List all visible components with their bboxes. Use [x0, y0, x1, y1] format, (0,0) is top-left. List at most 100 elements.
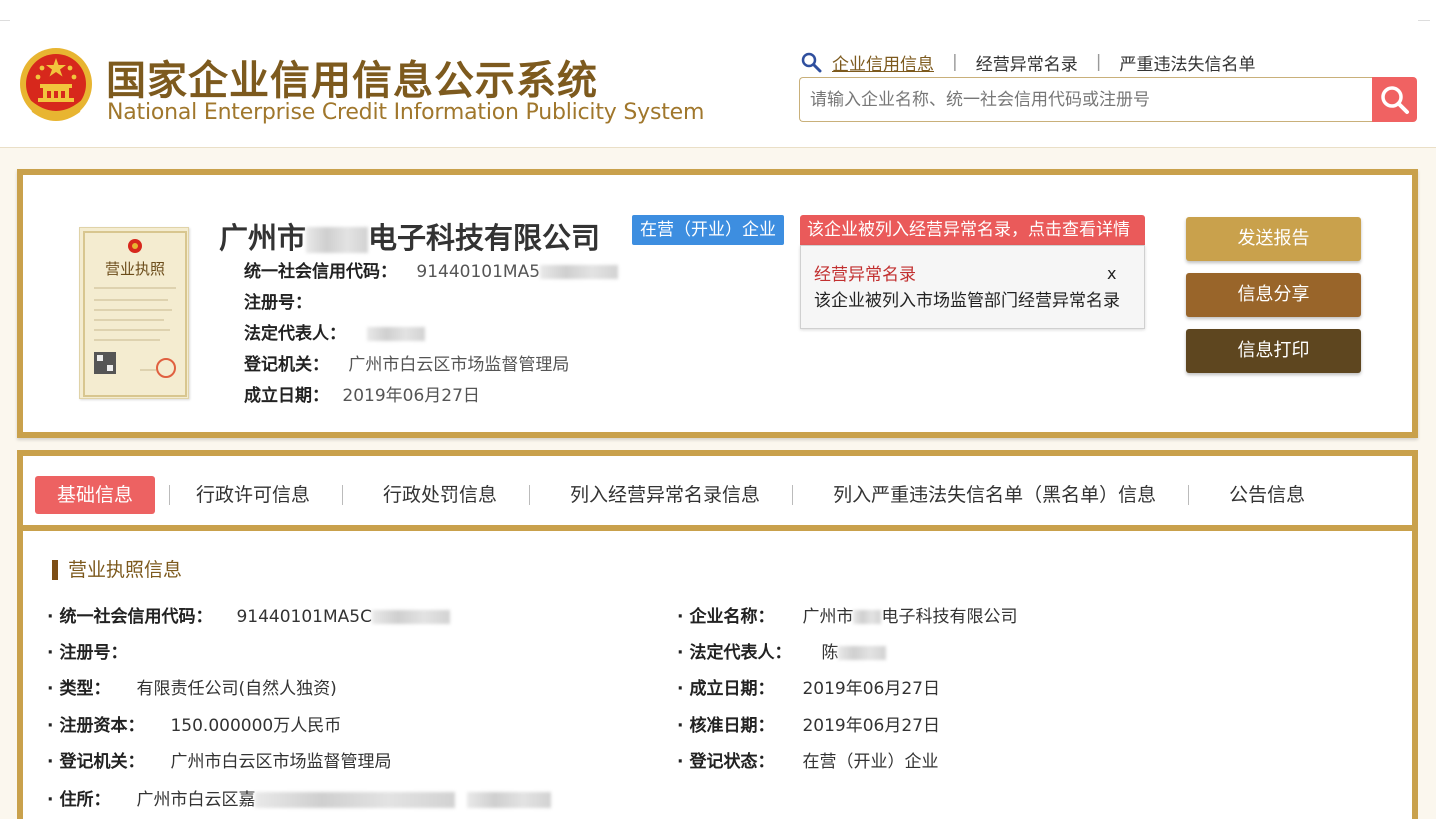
abnormal-list-popup: 经营异常名录 x 该企业被列入市场监管部门经营异常名录	[800, 245, 1145, 329]
detail-capital: · 注册资本： 150.000000万人民币	[47, 711, 341, 741]
reg-authority-value: 广州市白云区市场监督管理局	[348, 355, 570, 375]
established-value: 2019年06月27日	[342, 386, 480, 406]
redacted-text	[306, 227, 369, 253]
detail-value: 有限责任公司(自然人独资)	[136, 679, 337, 699]
reg-authority-label: 登记机关：	[244, 355, 329, 375]
redacted-text	[540, 265, 619, 279]
site-title: 国家企业信用信息公示系统	[106, 58, 598, 104]
detail-value: 2019年06月27日	[802, 679, 940, 699]
tab-admin-penalty[interactable]: 行政处罚信息	[383, 476, 497, 514]
nav-credit-info[interactable]: 企业信用信息	[832, 50, 934, 75]
business-license-thumbnail[interactable]: 营业执照	[79, 227, 189, 399]
reg-no-label: 注册号：	[244, 293, 312, 313]
redacted-text	[367, 327, 426, 341]
detail-value: 陈	[821, 643, 839, 663]
tab-blacklist[interactable]: 列入严重违法失信名单（黑名单）信息	[833, 476, 1156, 514]
search-type-nav: 企业信用信息 | 经营异常名录 | 严重违法失信名单	[800, 50, 1255, 75]
popup-title: 经营异常名录	[814, 265, 916, 285]
search-button[interactable]	[1372, 77, 1417, 122]
detail-label: 登记状态：	[689, 752, 775, 772]
tab-basic-info[interactable]: 基础信息	[35, 476, 156, 514]
license-title: 营业执照	[105, 260, 165, 278]
abnormal-list-banner[interactable]: 该企业被列入经营异常名录，点击查看详情	[800, 215, 1145, 245]
detail-label: 注册号：	[59, 643, 128, 663]
detail-type: · 类型： 有限责任公司(自然人独资)	[47, 674, 337, 704]
company-name-suffix: 电子科技有限公司	[368, 221, 601, 255]
bullet: ·	[47, 607, 54, 627]
popup-text: 该企业被列入市场监管部门经营异常名录	[814, 291, 1120, 311]
operating-status-badge: 在营（开业）企业	[632, 215, 784, 245]
bullet: ·	[677, 679, 684, 699]
tab-separator	[342, 485, 344, 505]
bullet: ·	[677, 752, 684, 772]
detail-value: 2019年06月27日	[802, 716, 940, 736]
site-title-en: National Enterprise Credit Information P…	[107, 100, 705, 125]
credit-code-value: 91440101MA5	[416, 262, 541, 282]
bullet: ·	[47, 716, 54, 736]
detail-credit-code: · 统一社会信用代码： 91440101MA5C	[47, 602, 450, 632]
tab-separator	[169, 485, 171, 505]
detail-value: 91440101MA5C	[236, 607, 372, 627]
company-name: 广州市 电子科技有限公司	[219, 215, 600, 257]
detail-label: 登记机关：	[59, 752, 145, 772]
send-report-button[interactable]: 发送报告	[1186, 217, 1361, 261]
detail-established: · 成立日期： 2019年06月27日	[677, 674, 940, 704]
legal-rep-row: 法定代表人：	[244, 319, 426, 349]
info-tabs: 基础信息 行政许可信息 行政处罚信息 列入经营异常名录信息 列入严重违法失信名单…	[35, 476, 1305, 514]
credit-code-label: 统一社会信用代码：	[244, 262, 397, 282]
tab-separator	[529, 485, 531, 505]
detail-label: 住所：	[59, 790, 111, 810]
tab-separator	[1188, 485, 1190, 505]
detail-company-name: · 企业名称： 广州市 电子科技有限公司	[677, 602, 1017, 632]
bullet: ·	[47, 679, 54, 699]
tab-admin-license[interactable]: 行政许可信息	[196, 476, 310, 514]
nav-abnormal-list[interactable]: 经营异常名录	[976, 50, 1078, 75]
company-name-prefix: 广州市	[219, 221, 307, 255]
redacted-text	[371, 610, 450, 624]
detail-label: 类型：	[59, 679, 111, 699]
popup-close-button[interactable]: x	[1107, 264, 1116, 283]
detail-value: 广州市	[802, 607, 854, 627]
info-tab-bar: 基础信息 行政许可信息 行政处罚信息 列入经营异常名录信息 列入严重违法失信名单…	[17, 450, 1418, 531]
reg-no-row: 注册号：	[244, 288, 312, 318]
divider	[0, 20, 10, 21]
bullet: ·	[677, 607, 684, 627]
detail-label: 注册资本：	[59, 716, 145, 736]
redacted-text	[467, 792, 552, 808]
detail-value: 广州市白云区市场监督管理局	[170, 752, 392, 772]
detail-value: 150.000000万人民币	[170, 716, 342, 736]
detail-approved: · 核准日期： 2019年06月27日	[677, 711, 940, 741]
bullet: ·	[677, 716, 684, 736]
divider	[1418, 20, 1430, 21]
detail-value: 电子科技有限公司	[881, 607, 1018, 627]
company-summary-card: 营业执照 广州市 电子科技有限公司 在营（开业）企业 该企业被列入经营异常名录，点…	[17, 169, 1418, 438]
license-info-panel: 营业执照信息 · 统一社会信用代码： 91440101MA5C · 注册号： · 类型：…	[17, 531, 1418, 819]
detail-reg-no: · 注册号：	[47, 638, 127, 668]
site-header: 国家企业信用信息公示系统 National Enterprise Credit …	[0, 0, 1436, 148]
bullet: ·	[47, 790, 54, 810]
bullet: ·	[677, 643, 684, 663]
redacted-text	[838, 646, 887, 660]
detail-label: 成立日期：	[689, 679, 775, 699]
legal-rep-label: 法定代表人：	[244, 324, 346, 344]
license-image: 营业执照	[83, 231, 187, 397]
established-label: 成立日期：	[244, 386, 329, 406]
nav-separator: |	[1095, 52, 1102, 72]
tab-abnormal-list[interactable]: 列入经营异常名录信息	[570, 476, 760, 514]
detail-label: 统一社会信用代码：	[59, 607, 213, 627]
redacted-text	[853, 610, 882, 624]
share-info-button[interactable]: 信息分享	[1186, 273, 1361, 317]
section-title: 营业执照信息	[52, 560, 182, 580]
detail-label: 核准日期：	[689, 716, 775, 736]
nav-blacklist[interactable]: 严重违法失信名单	[1119, 50, 1255, 75]
credit-code-row: 统一社会信用代码： 91440101MA5	[244, 257, 619, 287]
tab-announcements[interactable]: 公告信息	[1229, 476, 1305, 514]
search-input[interactable]	[799, 77, 1375, 122]
detail-legal-rep: · 法定代表人： 陈	[677, 638, 887, 668]
bullet: ·	[47, 752, 54, 772]
detail-status: · 登记状态： 在营（开业）企业	[677, 747, 938, 777]
established-row: 成立日期： 2019年06月27日	[244, 381, 480, 411]
nav-separator: |	[952, 52, 958, 72]
print-info-button[interactable]: 信息打印	[1186, 329, 1361, 373]
bullet: ·	[47, 643, 54, 663]
